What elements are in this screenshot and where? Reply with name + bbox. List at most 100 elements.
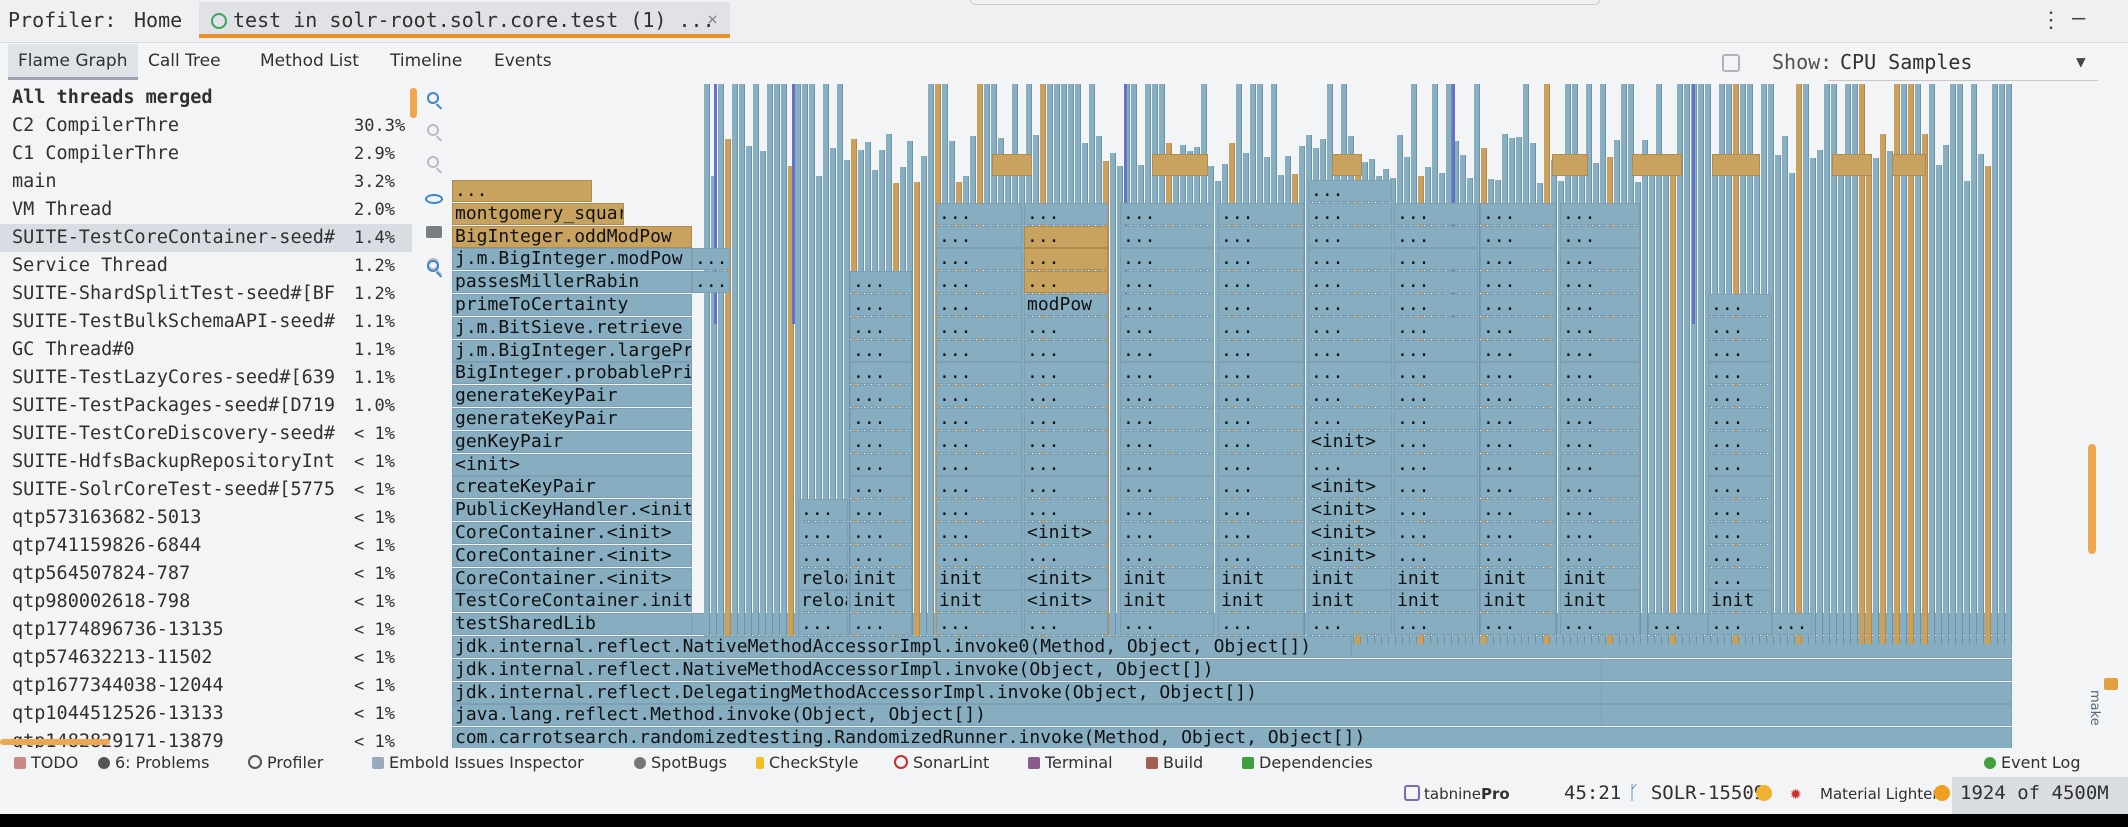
make-side-tab[interactable]: make (2087, 690, 2102, 726)
flame-frame[interactable]: ... (1708, 316, 1772, 339)
flame-frame[interactable]: ... (1120, 408, 1214, 430)
flame-frame[interactable]: <init> (1308, 544, 1392, 567)
flame-frame[interactable]: ... (1308, 202, 1392, 225)
thread-row[interactable]: All threads merged (0, 84, 412, 112)
flame-frame[interactable]: ... (1708, 476, 1772, 499)
flame-frame[interactable]: ... (1218, 544, 1304, 567)
flame-frame[interactable]: init (1394, 590, 1478, 613)
flame-frame[interactable]: ... (1308, 453, 1392, 476)
flame-frame[interactable]: ... (798, 613, 848, 636)
flame-frame[interactable]: ... (1120, 544, 1214, 567)
flame-frame[interactable]: ... (1120, 613, 1214, 636)
flame-frame[interactable]: ... (1394, 339, 1478, 362)
flame-frame[interactable]: generateKeyPair (452, 408, 692, 430)
flame-frame[interactable]: ... (1218, 362, 1304, 385)
thread-row[interactable]: VM Thread 2.0% (0, 196, 412, 224)
flame-frame[interactable]: ... (1560, 544, 1640, 567)
thread-row[interactable]: qtp980002618-798 < 1% (0, 588, 412, 616)
flame-frame[interactable]: ... (1024, 362, 1108, 385)
flame-frame[interactable]: ... (1308, 271, 1392, 294)
flame-frame[interactable]: ... (1394, 271, 1478, 294)
thread-row[interactable]: SUITE-SolrCoreTest-seed#[5775 < 1% (0, 476, 412, 504)
flame-frame[interactable]: passesMillerRabin (452, 271, 692, 294)
flame-frame[interactable]: ... (1308, 362, 1392, 385)
flame-frame[interactable]: ... (1480, 339, 1556, 362)
show-dropdown[interactable]: CPU Samples (1840, 50, 1972, 74)
flame-frame[interactable]: ... (936, 544, 1022, 567)
flame-frame[interactable]: ... (1218, 339, 1304, 362)
flame-spike[interactable] (1992, 84, 1998, 644)
flame-spike[interactable] (746, 146, 752, 644)
thread-row[interactable]: SUITE-TestCoreDiscovery-seed# < 1% (0, 420, 412, 448)
flame-frame[interactable]: ... (1394, 476, 1478, 499)
flame-frame[interactable]: ... (1394, 522, 1478, 544)
flame-frame[interactable]: ... (1394, 385, 1478, 408)
flame-frame[interactable]: ... (1480, 544, 1556, 567)
flame-spike[interactable] (921, 156, 927, 644)
reset-zoom-icon[interactable] (427, 156, 443, 174)
flame-frame[interactable]: ... (1708, 339, 1772, 362)
flame-frame[interactable]: init (1708, 590, 1772, 613)
flame-frame[interactable]: ... (1560, 248, 1640, 271)
flame-spike[interactable] (1810, 158, 1816, 644)
flame-frame[interactable]: modPow (1024, 294, 1108, 316)
flame-frame[interactable]: ... (1308, 316, 1392, 339)
thread-row[interactable]: qtp1774896736-13135 < 1% (0, 616, 412, 644)
flame-frame[interactable]: ... (1120, 294, 1214, 316)
flame-frame[interactable] (1632, 154, 1682, 176)
flame-frame[interactable]: ... (1120, 362, 1214, 385)
tab-method-list[interactable]: Method List (250, 44, 369, 78)
flame-frame[interactable]: ... (936, 385, 1022, 408)
flame-frame[interactable]: ... (1218, 430, 1304, 453)
thread-row[interactable]: Service Thread 1.2% (0, 252, 412, 280)
make-icon[interactable] (2104, 678, 2118, 690)
flame-frame[interactable]: ... (850, 339, 912, 362)
spotbugs-button[interactable]: SpotBugs (634, 753, 727, 772)
zoom-out-icon[interactable] (427, 124, 443, 142)
flame-frame[interactable]: ... (1394, 316, 1478, 339)
flame-spike[interactable] (1782, 136, 1788, 644)
flame-frame[interactable] (992, 154, 1032, 176)
flame-spike[interactable] (1985, 166, 1991, 644)
thread-row[interactable]: SUITE-TestPackages-seed#[D719 1.0% (0, 392, 412, 420)
flame-frame[interactable]: ... (1480, 362, 1556, 385)
flame-frame[interactable]: ... (1480, 499, 1556, 522)
flame-frame[interactable]: ... (1480, 476, 1556, 499)
flame-frame[interactable]: ... (1308, 294, 1392, 316)
flame-frame[interactable]: ... (936, 430, 1022, 453)
flame-frame[interactable]: ... (1480, 522, 1556, 544)
flame-frame[interactable]: ... (1120, 385, 1214, 408)
flame-frame[interactable]: ... (1218, 225, 1304, 248)
tab-home[interactable]: Home (122, 2, 194, 38)
flame-frame[interactable]: ... (1120, 522, 1214, 544)
flame-frame[interactable]: ... (1308, 225, 1392, 248)
flame-frame[interactable]: ... (1480, 385, 1556, 408)
flame-frame[interactable]: CoreContainer.<init> (452, 544, 692, 567)
tab-events[interactable]: Events (484, 44, 562, 78)
flame-frame[interactable]: ... (850, 544, 912, 567)
flame-frame[interactable]: ... (1480, 225, 1556, 248)
tab-call-tree[interactable]: Call Tree (138, 44, 231, 78)
flame-frame[interactable]: ... (1560, 294, 1640, 316)
flame-frame[interactable]: ... (1024, 225, 1108, 248)
eye-icon[interactable] (425, 194, 443, 204)
flame-frame[interactable]: ... (850, 271, 912, 294)
flame-frame[interactable]: ... (1218, 408, 1304, 430)
terminal-button[interactable]: Terminal (1028, 753, 1113, 772)
flame-spike[interactable] (1957, 84, 1963, 644)
flame-spike[interactable] (1880, 134, 1886, 644)
search-field-edge[interactable] (970, 0, 1600, 5)
flame-spike[interactable] (2006, 84, 2012, 644)
flame-frame[interactable]: ... (1308, 385, 1392, 408)
flame-frame[interactable]: init (1480, 590, 1556, 613)
flame-frame[interactable]: ... (1218, 613, 1304, 636)
flame-frame[interactable]: ... (1024, 544, 1108, 567)
profiler-button[interactable]: Profiler (248, 753, 323, 772)
flame-frame[interactable]: ... (1120, 476, 1214, 499)
flame-frame[interactable]: ... (1120, 499, 1214, 522)
flame-frame[interactable]: ... (1120, 430, 1214, 453)
flame-frame[interactable]: CoreContainer.<init> (452, 567, 692, 590)
flame-frame[interactable]: ... (1480, 430, 1556, 453)
flame-frame[interactable]: ... (1560, 430, 1640, 453)
flame-spike[interactable] (1649, 165, 1655, 644)
